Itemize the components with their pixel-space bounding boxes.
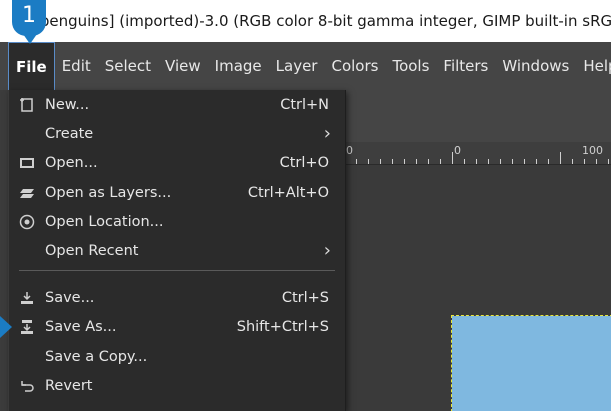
window-title: [penguins] (imported)-3.0 (RGB color 8-b… (34, 12, 611, 30)
menu-file[interactable]: File (8, 41, 55, 91)
ruler-label-hundred: 100 (582, 144, 603, 157)
ruler-tick (392, 159, 393, 164)
file-menu-dropdown: New... Ctrl+N Create › Open... Ctrl+O Op… (8, 90, 346, 411)
menu-item-label: Open Recent (45, 242, 139, 259)
ruler-tick (596, 159, 597, 164)
ruler-tick (416, 159, 417, 164)
ruler-tick (536, 159, 537, 164)
menu-item-shortcut: Ctrl+Alt+O (247, 184, 329, 201)
menu-select[interactable]: Select (98, 42, 158, 90)
menu-item-label: Open Location... (45, 213, 164, 230)
revert-icon (18, 377, 36, 395)
menu-view[interactable]: View (158, 42, 208, 90)
menu-colors[interactable]: Colors (324, 42, 385, 90)
ruler-tick (560, 152, 561, 164)
menu-filters[interactable]: Filters (436, 42, 495, 90)
menu-item-label: Revert (45, 377, 93, 394)
menu-help[interactable]: Help (576, 42, 611, 90)
menu-edit[interactable]: Edit (55, 42, 98, 90)
menu-item-label: Save As... (45, 318, 117, 335)
ruler-tick (524, 159, 525, 164)
horizontal-ruler[interactable]: 0 0 100 (344, 142, 611, 165)
menu-item-label: Create (45, 125, 94, 142)
ruler-tick (548, 159, 549, 164)
ruler-tick (368, 159, 369, 164)
submenu-arrow-icon: › (323, 240, 331, 261)
step-number-badge: 1 (12, 0, 46, 36)
menu-item-label: New... (45, 96, 90, 113)
menu-item-open[interactable]: Open... Ctrl+O (9, 148, 345, 177)
menu-windows[interactable]: Windows (495, 42, 576, 90)
step-badge-pointer (23, 34, 37, 44)
menu-item-save-a-copy[interactable]: Save a Copy... (9, 342, 345, 371)
menu-item-shortcut: Ctrl+O (279, 154, 329, 171)
ruler-tick (572, 159, 573, 164)
ruler-tick (476, 159, 477, 164)
save-as-icon (18, 318, 36, 336)
menu-item-new[interactable]: New... Ctrl+N (9, 90, 345, 119)
new-image-icon (18, 96, 36, 114)
ruler-tick (380, 159, 381, 164)
menu-image[interactable]: Image (208, 42, 269, 90)
menu-separator (19, 270, 335, 271)
menu-item-label: Save... (45, 289, 95, 306)
ruler-tick (464, 159, 465, 164)
image-tab-strip (344, 90, 611, 142)
save-icon (18, 289, 36, 307)
menu-item-save-as[interactable]: Save As... Shift+Ctrl+S (9, 312, 345, 341)
menu-item-shortcut: Shift+Ctrl+S (236, 318, 329, 335)
ruler-tick (356, 159, 357, 164)
ruler-tick (512, 159, 513, 164)
ruler-tick (404, 159, 405, 164)
menu-tools[interactable]: Tools (385, 42, 436, 90)
ruler-tick (440, 159, 441, 164)
submenu-arrow-icon: › (323, 123, 331, 144)
ruler-tick (428, 159, 429, 164)
menu-item-shortcut: Ctrl+N (280, 96, 329, 113)
ruler-tick (500, 159, 501, 164)
ruler-label-zero: 0 (346, 144, 353, 157)
menu-layer[interactable]: Layer (269, 42, 325, 90)
ruler-label-zero-b: 0 (454, 144, 461, 157)
menubar: File Edit Select View Image Layer Colors… (0, 41, 611, 91)
ruler-tick (488, 159, 489, 164)
menu-item-create[interactable]: Create › (9, 119, 345, 148)
ruler-tick (452, 152, 453, 164)
menu-item-label: Open as Layers... (45, 184, 172, 201)
callout-pointer-arrow (0, 316, 12, 338)
ruler-tick (584, 159, 585, 164)
open-layers-icon (18, 184, 36, 202)
menu-item-open-as-layers[interactable]: Open as Layers... Ctrl+Alt+O (9, 178, 345, 207)
ruler-tick (608, 159, 609, 164)
menu-item-open-location[interactable]: Open Location... (9, 207, 345, 236)
menu-item-save[interactable]: Save... Ctrl+S (9, 283, 345, 312)
window-title-bar: [penguins] (imported)-3.0 (RGB color 8-b… (0, 0, 611, 42)
menu-item-revert[interactable]: Revert (9, 371, 345, 400)
menu-item-label: Save a Copy... (45, 348, 148, 365)
menu-item-label: Open... (45, 154, 98, 171)
menu-item-open-recent[interactable]: Open Recent › (9, 236, 345, 265)
globe-icon (18, 213, 36, 231)
menu-item-shortcut: Ctrl+S (281, 289, 329, 306)
open-image-icon (18, 154, 36, 172)
canvas-image[interactable] (451, 315, 611, 411)
